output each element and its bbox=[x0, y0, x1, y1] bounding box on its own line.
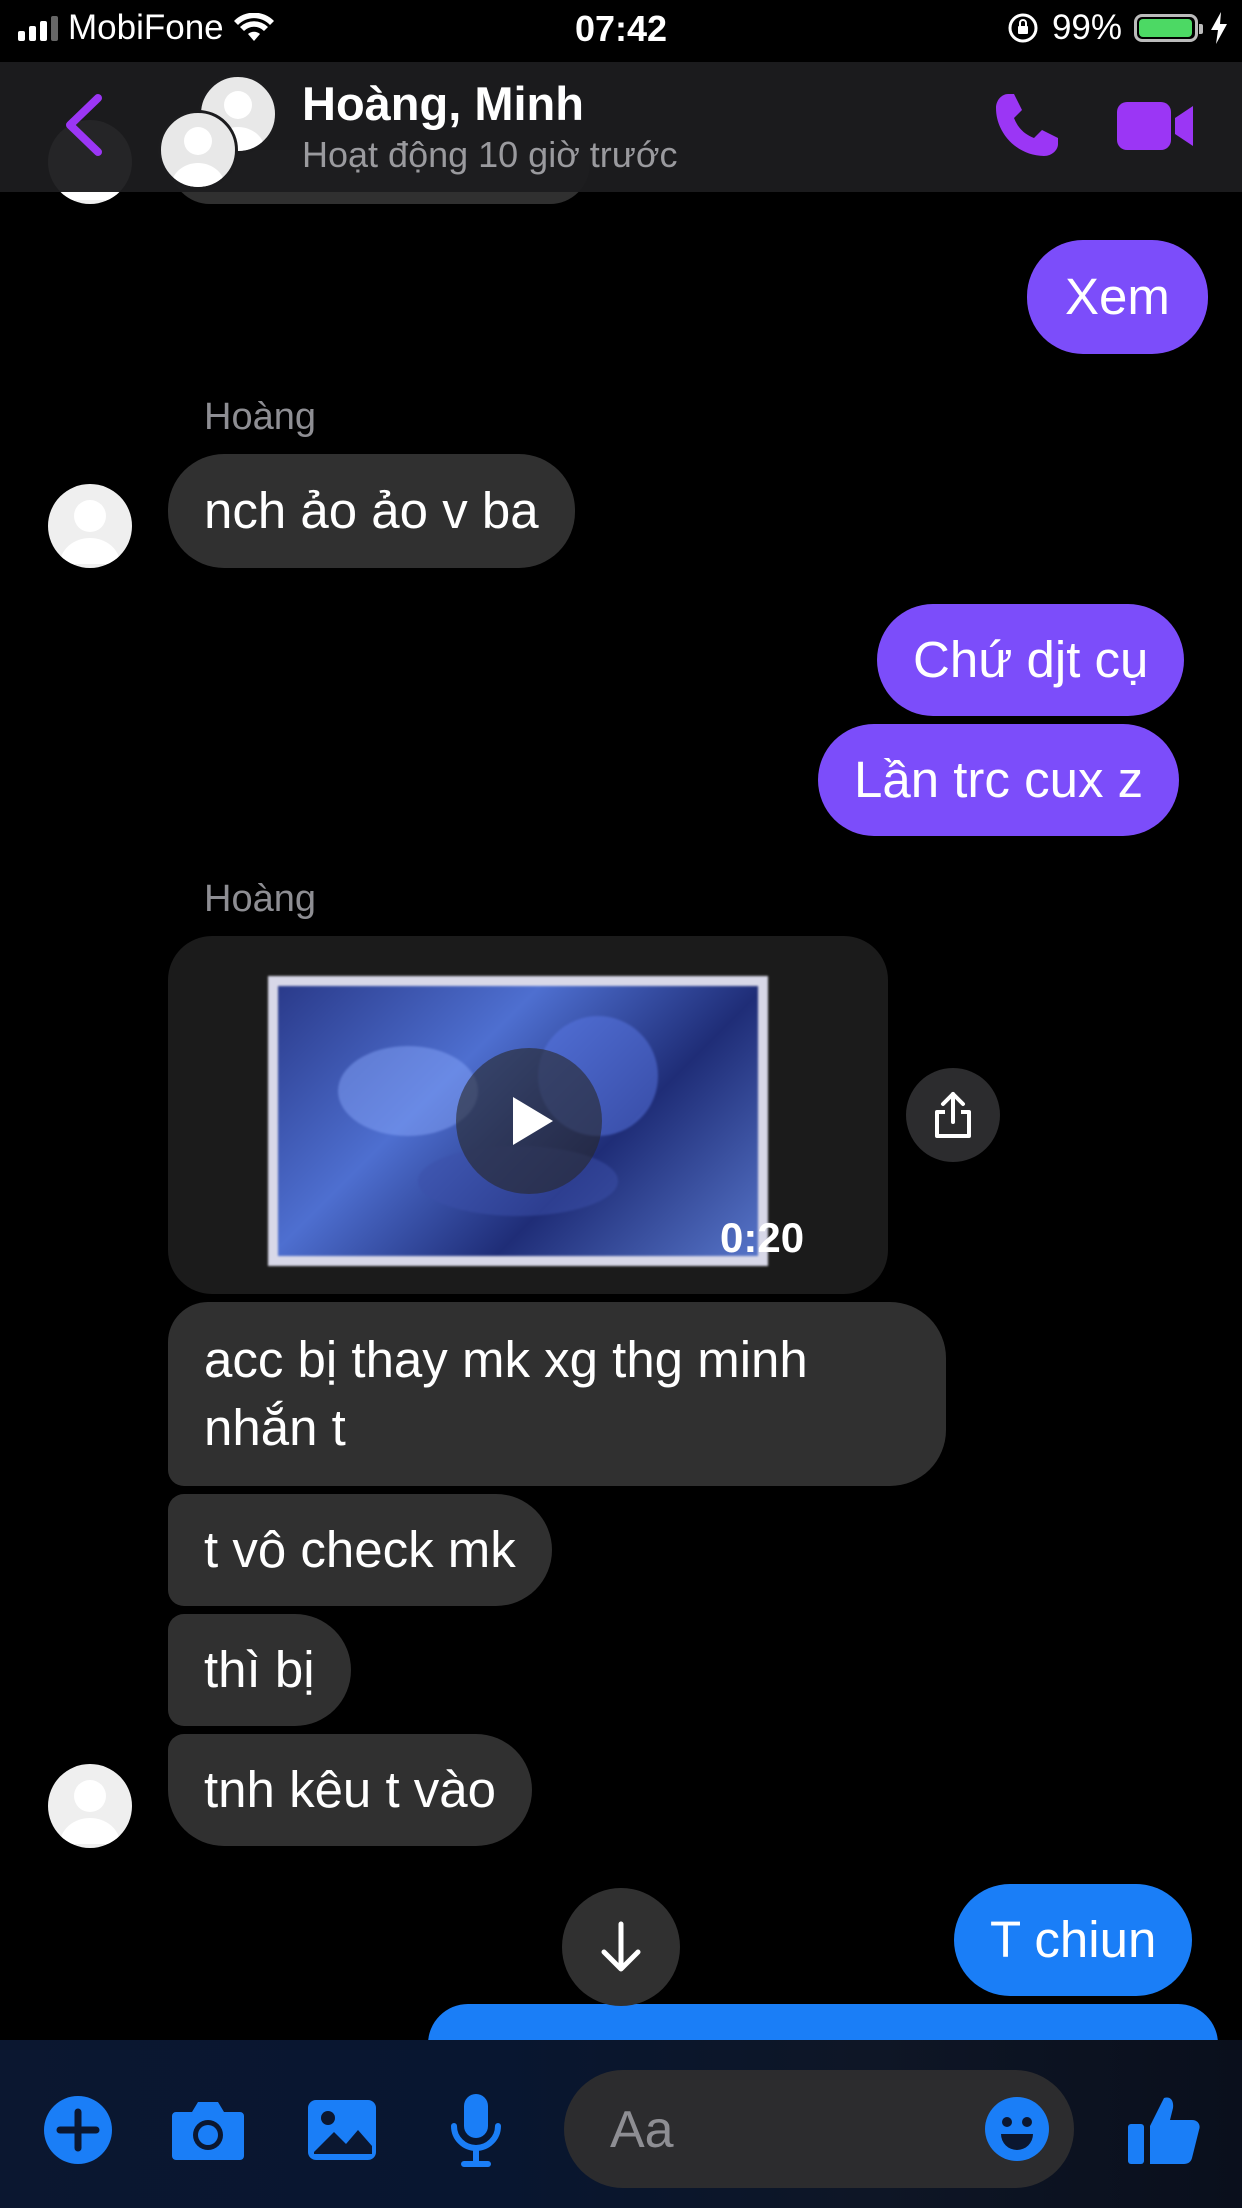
conversation-header: Hoàng, Minh Hoạt động 10 giờ trước bbox=[0, 62, 1242, 192]
voice-call-button[interactable] bbox=[990, 90, 1062, 162]
message-text: nch ảo ảo v ba bbox=[204, 482, 539, 539]
video-camera-icon bbox=[1117, 102, 1193, 150]
message-text: Lần trc cux z bbox=[854, 751, 1144, 808]
message-bubble-incoming[interactable]: t vô check mk bbox=[168, 1494, 552, 1606]
arrow-down-icon bbox=[601, 1921, 641, 1972]
message-bubble-incoming[interactable]: thì bị bbox=[168, 1614, 351, 1726]
like-button[interactable] bbox=[1124, 2090, 1204, 2170]
message-bubble-outgoing[interactable]: Lần trc cux z bbox=[818, 724, 1180, 836]
activity-status: Hoạt động 10 giờ trước bbox=[302, 134, 678, 175]
chevron-left-icon bbox=[66, 94, 102, 156]
avatar bbox=[158, 110, 238, 190]
gallery-icon bbox=[308, 2100, 376, 2160]
video-attachment[interactable]: 0:20 bbox=[168, 936, 888, 1294]
gallery-button[interactable] bbox=[302, 2090, 382, 2170]
plus-icon bbox=[44, 2096, 112, 2164]
thumbs-up-icon bbox=[1128, 2097, 1200, 2164]
message-text: Xem bbox=[1065, 268, 1170, 325]
scroll-to-bottom-button[interactable] bbox=[562, 1888, 680, 2006]
video-call-button[interactable] bbox=[1115, 96, 1195, 156]
camera-button[interactable] bbox=[168, 2090, 248, 2170]
video-duration: 0:20 bbox=[720, 1214, 805, 1261]
more-actions-button[interactable] bbox=[38, 2090, 118, 2170]
message-text: thì bị bbox=[204, 1641, 315, 1698]
play-icon bbox=[513, 1097, 553, 1145]
group-avatar[interactable] bbox=[158, 74, 278, 190]
conversation-title[interactable]: Hoàng, Minh bbox=[302, 76, 584, 131]
message-text: acc bị thay mk xg thg minh nhắn t bbox=[204, 1331, 808, 1456]
share-icon bbox=[935, 1092, 971, 1138]
sender-name: Hoàng bbox=[204, 396, 316, 438]
contact-avatar[interactable] bbox=[48, 1764, 132, 1848]
message-text: Chứ djt cụ bbox=[913, 631, 1149, 688]
message-bubble-outgoing[interactable]: Xem bbox=[1027, 240, 1208, 354]
sender-name: Hoàng bbox=[204, 878, 316, 920]
message-text: t vô check mk bbox=[204, 1521, 516, 1578]
message-bubble-incoming[interactable]: acc bị thay mk xg thg minh nhắn t bbox=[168, 1302, 946, 1486]
share-button[interactable] bbox=[906, 1068, 1000, 1162]
message-text: tnh kêu t vào bbox=[204, 1761, 497, 1818]
microphone-icon bbox=[451, 2094, 501, 2167]
composer-bar bbox=[0, 2040, 1242, 2208]
emoji-icon[interactable] bbox=[984, 2096, 1050, 2162]
camera-icon bbox=[172, 2102, 244, 2160]
play-button[interactable] bbox=[456, 1048, 602, 1194]
message-text: T chiun bbox=[990, 1911, 1157, 1968]
message-input-container[interactable] bbox=[564, 2070, 1074, 2190]
contact-avatar[interactable] bbox=[48, 484, 132, 568]
voice-message-button[interactable] bbox=[436, 2090, 516, 2170]
message-bubble-incoming[interactable]: tnh kêu t vào bbox=[168, 1734, 533, 1846]
phone-icon bbox=[996, 94, 1058, 156]
message-bubble-outgoing[interactable]: Chứ djt cụ bbox=[877, 604, 1185, 716]
message-bubble-incoming[interactable]: nch ảo ảo v ba bbox=[168, 454, 575, 568]
message-input[interactable] bbox=[608, 2070, 952, 2190]
message-bubble-outgoing[interactable]: T chiun bbox=[954, 1884, 1193, 1996]
back-button[interactable] bbox=[56, 90, 116, 160]
message-list[interactable]: Xem Hoàng nch ảo ảo v ba Chứ djt cụ Lần … bbox=[0, 0, 1242, 2084]
